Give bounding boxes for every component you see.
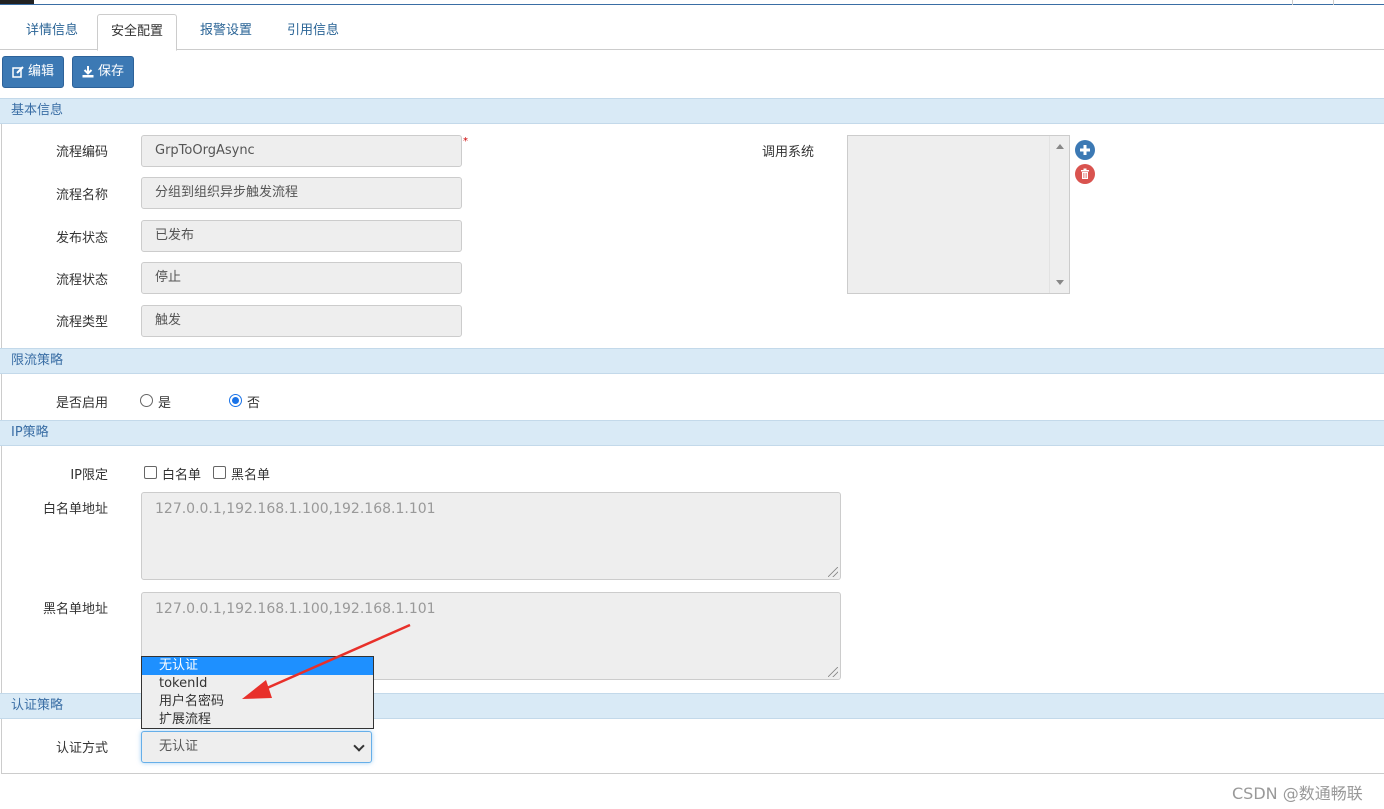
enable-no-radio[interactable]: [229, 394, 242, 407]
download-icon: [82, 66, 94, 78]
trash-icon: [1081, 168, 1089, 179]
section-basic-info: 基本信息: [0, 98, 1384, 124]
blacklist-option-label: 黑名单: [231, 468, 271, 483]
enable-label: 是否启用: [55, 396, 108, 411]
flow-code-label: 流程编码: [55, 145, 108, 160]
enable-yes-label: 是: [158, 396, 172, 411]
flow-type-label: 流程类型: [55, 315, 108, 330]
enable-yes-radio[interactable]: [140, 394, 153, 407]
auth-method-select[interactable]: 无认证: [141, 731, 372, 763]
blacklist-address-label: 黑名单地址: [42, 602, 108, 617]
caller-system-label: 调用系统: [761, 145, 814, 160]
edit-button[interactable]: 编辑: [2, 56, 65, 88]
flow-code-field[interactable]: GrpToOrgAsync: [141, 135, 462, 167]
save-button[interactable]: 保存: [72, 56, 135, 88]
edit-icon: [12, 66, 24, 78]
scroll-up-icon[interactable]: [1056, 144, 1064, 149]
whitelist-address-textarea[interactable]: 127.0.0.1,192.168.1.100,192.168.1.101: [141, 492, 841, 580]
whitelist-option-label: 白名单: [162, 468, 202, 483]
tab-details[interactable]: 详情信息: [13, 14, 91, 50]
caller-system-listbox[interactable]: [847, 135, 1070, 294]
blacklist-address-value: 127.0.0.1,192.168.1.100,192.168.1.101: [155, 601, 436, 617]
dropdown-option[interactable]: 扩展流程: [142, 711, 373, 729]
publish-status-field[interactable]: 已发布: [141, 220, 462, 252]
flow-type-field[interactable]: 触发: [141, 305, 462, 337]
flow-name-label: 流程名称: [55, 188, 108, 203]
section-ip-policy: IP策略: [0, 420, 1384, 446]
ip-limit-label: IP限定: [70, 468, 108, 483]
resize-grip-icon[interactable]: [828, 667, 838, 677]
listbox-scrollbar[interactable]: [1049, 136, 1069, 293]
auth-method-label: 认证方式: [55, 741, 108, 756]
section-rate-limit: 限流策略: [0, 348, 1384, 374]
tab-references[interactable]: 引用信息: [274, 14, 352, 50]
flow-state-label: 流程状态: [55, 273, 108, 288]
publish-status-label: 发布状态: [55, 231, 108, 246]
required-mark: *: [463, 136, 468, 147]
tab-security-config[interactable]: 安全配置: [97, 14, 178, 51]
auth-method-value: 无认证: [159, 739, 199, 754]
top-left-block: [0, 0, 34, 4]
watermark: CSDN @数通畅联: [1232, 784, 1363, 803]
flow-name-field[interactable]: 分组到组织异步触发流程: [141, 177, 462, 209]
blacklist-checkbox[interactable]: [213, 466, 226, 479]
top-right-control: [1292, 0, 1334, 5]
flow-state-field[interactable]: 停止: [141, 262, 462, 294]
edit-button-label: 编辑: [28, 64, 55, 79]
plus-icon: [1080, 145, 1090, 155]
whitelist-checkbox[interactable]: [144, 466, 157, 479]
tab-bar: 详情信息 安全配置 报警设置 引用信息: [0, 14, 1384, 51]
add-caller-button[interactable]: [1075, 140, 1095, 160]
annotation-arrow: [242, 623, 411, 699]
save-button-label: 保存: [98, 64, 125, 79]
scroll-down-icon[interactable]: [1056, 280, 1064, 285]
delete-caller-button[interactable]: [1075, 164, 1095, 184]
whitelist-address-label: 白名单地址: [42, 502, 108, 517]
window-top-border: [0, 0, 1384, 5]
enable-no-label: 否: [247, 396, 261, 411]
chevron-down-icon: [353, 740, 365, 752]
resize-grip-icon[interactable]: [828, 567, 838, 577]
whitelist-address-value: 127.0.0.1,192.168.1.100,192.168.1.101: [155, 501, 436, 517]
tab-alarm-settings[interactable]: 报警设置: [187, 14, 265, 50]
